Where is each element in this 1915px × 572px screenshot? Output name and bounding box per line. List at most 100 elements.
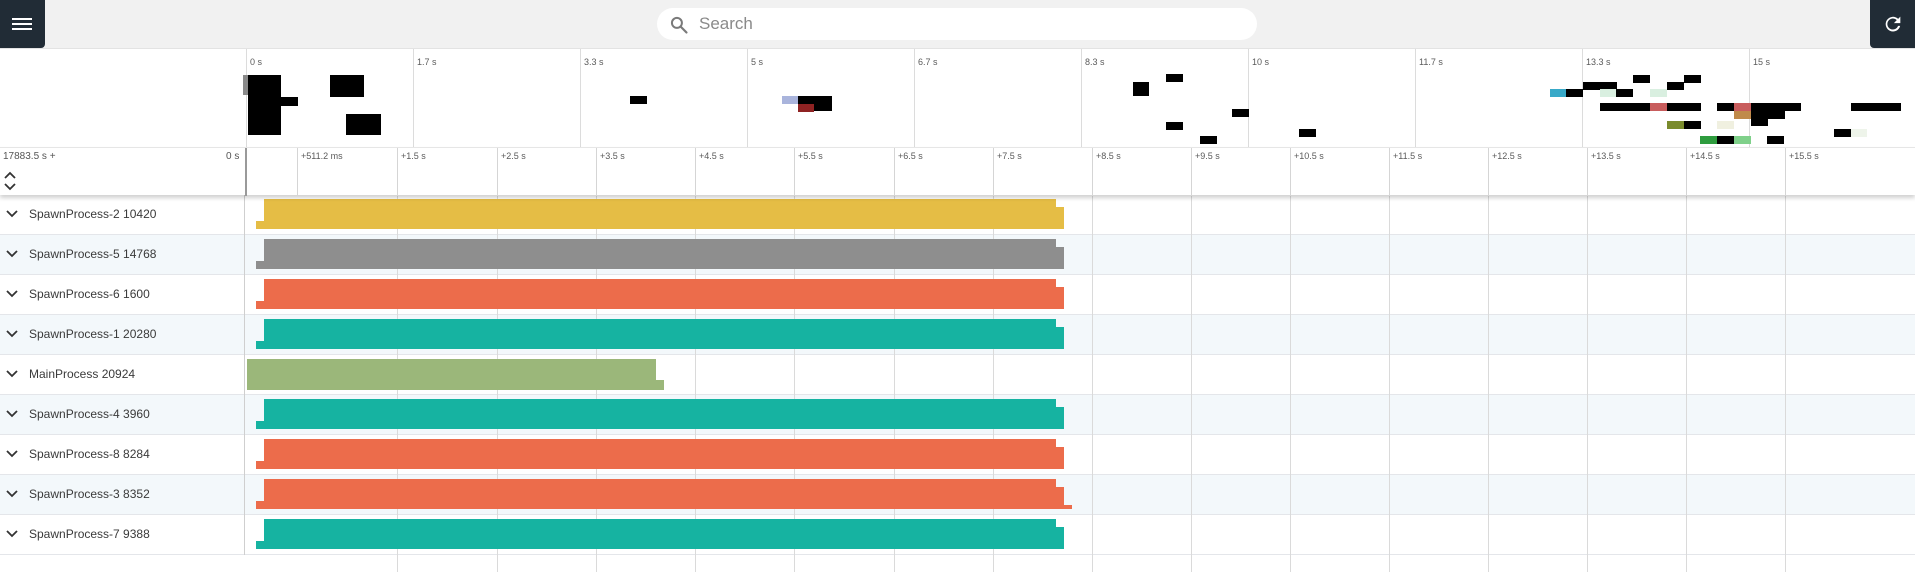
overview-activity-block <box>1650 103 1667 111</box>
process-track: SpawnProcess-6 1600 <box>0 275 1915 315</box>
process-slice[interactable] <box>256 461 1064 469</box>
process-slice[interactable] <box>256 221 1064 229</box>
time-axis-tick-label: +13.5 s <box>1591 151 1621 161</box>
process-track: MainProcess 20924 <box>0 355 1915 395</box>
process-slice[interactable] <box>1055 407 1064 423</box>
time-axis-tick-label: +511.2 ms <box>301 151 343 161</box>
top-bar <box>0 0 1915 49</box>
track-header[interactable]: SpawnProcess-8 8284 <box>0 435 245 475</box>
process-slice[interactable] <box>1055 247 1064 263</box>
overview-activity-block <box>1768 111 1785 119</box>
track-header[interactable]: SpawnProcess-1 20280 <box>0 315 245 355</box>
process-slice[interactable] <box>256 341 1064 349</box>
track-header[interactable]: SpawnProcess-4 3960 <box>0 395 245 435</box>
time-axis-tick <box>1191 148 1192 196</box>
chevron-down-icon[interactable] <box>6 249 18 259</box>
process-slice[interactable] <box>1055 207 1064 223</box>
time-axis-tick <box>1488 148 1489 196</box>
search-icon <box>670 16 688 34</box>
process-slice[interactable] <box>256 501 1064 509</box>
overview-tick-label: 11.7 s <box>1419 57 1443 67</box>
overview-tick <box>747 49 748 147</box>
overview-activity-block <box>782 96 798 104</box>
process-slice[interactable] <box>1055 487 1064 503</box>
time-axis-tick <box>397 148 398 196</box>
track-header[interactable]: SpawnProcess-2 10420 <box>0 195 245 235</box>
time-offset-label: 17883.5 s + <box>3 151 56 162</box>
overview-tick <box>1081 49 1082 147</box>
process-slice[interactable] <box>1055 527 1064 543</box>
overview-tick-label: 1.7 s <box>417 57 437 67</box>
overview-activity-block <box>630 96 647 104</box>
overview-activity-block <box>346 114 381 135</box>
overview-tick <box>580 49 581 147</box>
chevron-down-icon[interactable] <box>6 409 18 419</box>
overview-activity-block <box>1734 103 1751 111</box>
time-axis-tick-label: +7.5 s <box>997 151 1022 161</box>
process-slice[interactable] <box>256 541 1064 549</box>
time-axis-tick <box>894 148 895 196</box>
chevron-down-icon[interactable] <box>6 489 18 499</box>
process-slice[interactable] <box>256 261 1064 269</box>
chevron-down-icon[interactable] <box>6 329 18 339</box>
reload-button[interactable] <box>1870 0 1915 48</box>
overview-activity-block <box>1751 103 1801 111</box>
overview-activity-block <box>1600 89 1616 97</box>
time-axis-tick-label: +12.5 s <box>1492 151 1522 161</box>
time-axis-tick-label: +5.5 s <box>798 151 823 161</box>
process-slice[interactable] <box>256 421 1064 429</box>
overview-tick <box>413 49 414 147</box>
time-axis-tick <box>596 148 597 196</box>
process-tracks: SpawnProcess-2 10420 SpawnProcess-5 14768… <box>0 195 1915 572</box>
time-axis-tick-label: +4.5 s <box>699 151 724 161</box>
overview-tick <box>246 49 247 147</box>
overview-activity-block <box>1166 74 1183 82</box>
overview-activity-block <box>1566 89 1583 97</box>
overview-activity-block <box>1734 111 1751 119</box>
track-header[interactable]: MainProcess 20924 <box>0 355 245 395</box>
process-slice[interactable] <box>1063 505 1072 509</box>
overview-timeline[interactable]: 0 s 1.7 s 3.3 s 5 s 6.7 s 8.3 s 10 s 11.7 s 13.3… <box>0 49 1915 147</box>
menu-button[interactable] <box>0 0 45 48</box>
chevron-down-icon[interactable] <box>6 529 18 539</box>
overview-tick-label: 6.7 s <box>918 57 938 67</box>
time-axis: 17883.5 s + 0 s +511.2 ms +1.5 s +2.5 s +3.… <box>0 147 1915 196</box>
track-name: MainProcess 20924 <box>29 367 136 381</box>
time-axis-tick-label: +3.5 s <box>600 151 625 161</box>
expand-collapse-icon[interactable] <box>2 170 18 192</box>
overview-activity-block <box>798 104 814 112</box>
time-axis-tick <box>695 148 696 196</box>
chevron-down-icon[interactable] <box>6 449 18 459</box>
overview-activity-block <box>1751 111 1768 126</box>
track-header[interactable]: SpawnProcess-7 9388 <box>0 515 245 555</box>
overview-activity-block <box>248 97 298 106</box>
process-slice[interactable] <box>1055 447 1064 463</box>
chevron-down-icon[interactable] <box>6 369 18 379</box>
chevron-down-icon[interactable] <box>6 289 18 299</box>
overview-tick-label: 8.3 s <box>1085 57 1105 67</box>
overview-activity-block <box>1616 89 1633 97</box>
reload-icon <box>1885 16 1901 32</box>
overview-activity-block <box>1667 103 1701 111</box>
track-header[interactable]: SpawnProcess-3 8352 <box>0 475 245 515</box>
overview-activity-block <box>1232 109 1249 117</box>
overview-tick <box>1415 49 1416 147</box>
overview-activity-block <box>1734 136 1751 144</box>
track-header[interactable]: SpawnProcess-5 14768 <box>0 235 245 275</box>
time-axis-tick-label: +1.5 s <box>401 151 426 161</box>
overview-activity-block <box>1299 129 1316 137</box>
process-track: SpawnProcess-5 14768 <box>0 235 1915 275</box>
overview-activity-block <box>248 114 281 135</box>
time-axis-tick-label: +8.5 s <box>1096 151 1121 161</box>
overview-tick-label: 0 s <box>250 57 263 67</box>
process-slice[interactable] <box>1055 287 1064 303</box>
search-input[interactable] <box>699 8 1239 40</box>
process-slice[interactable] <box>247 380 664 390</box>
overview-activity-block <box>1200 136 1217 144</box>
process-slice[interactable] <box>256 301 1064 309</box>
overview-tick <box>914 49 915 147</box>
overview-tick-label: 3.3 s <box>584 57 604 67</box>
chevron-down-icon[interactable] <box>6 209 18 219</box>
track-header[interactable]: SpawnProcess-6 1600 <box>0 275 245 315</box>
process-slice[interactable] <box>1055 327 1064 343</box>
